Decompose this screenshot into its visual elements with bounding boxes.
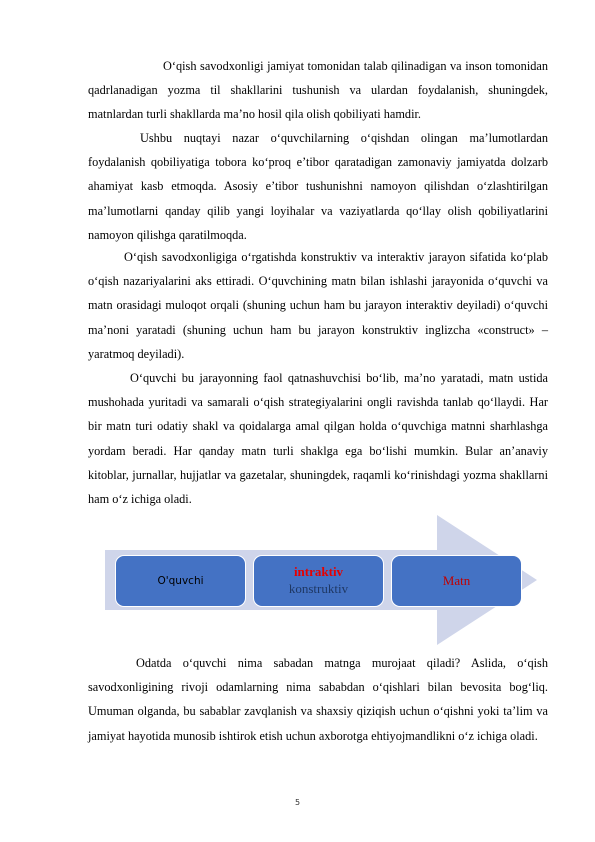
paragraph-text: Odatda o‘quvchi nima sabadan matnga muro… [88,656,548,743]
box-label-constructive: konstruktiv [288,581,349,596]
paragraph-constructive-interactive: O‘qish savodxonligiga o‘rgatishda konstr… [88,245,548,366]
paragraph-text: O‘qish savodxonligiga o‘rgatishda konstr… [88,250,548,361]
process-diagram: O'quvchi intraktiv konstruktiv Matn [100,512,540,647]
paragraph-active-reader: O‘quvchi bu jarayonning faol qatnashuvch… [88,366,548,511]
document-page: O‘qish savodxonligi jamiyat tomonidan ta… [0,0,595,842]
paragraph-text: O‘qish savodxonligi jamiyat tomonidan ta… [88,59,548,122]
box-label-interactive: intraktiv [293,564,344,579]
paragraph-modern-society: Ushbu nuqtayi nazar o‘quvchilarning o‘qi… [88,126,548,247]
diagram-box-reader: O'quvchi [115,555,246,607]
diagram-box-process: intraktiv konstruktiv [253,555,384,607]
box-label: Matn [442,573,471,588]
paragraph-text: Ushbu nuqtayi nazar o‘quvchilarning o‘qi… [88,131,548,242]
paragraph-text: O‘quvchi bu jarayonning faol qatnashuvch… [88,371,548,507]
page-number: 5 [295,798,301,807]
box-label: O'quvchi [157,575,204,587]
paragraph-reading-literacy-definition: O‘qish savodxonligi jamiyat tomonidan ta… [88,54,548,127]
diagram-box-text: Matn [391,555,522,607]
paragraph-why-read: Odatda o‘quvchi nima sabadan matnga muro… [88,651,548,748]
